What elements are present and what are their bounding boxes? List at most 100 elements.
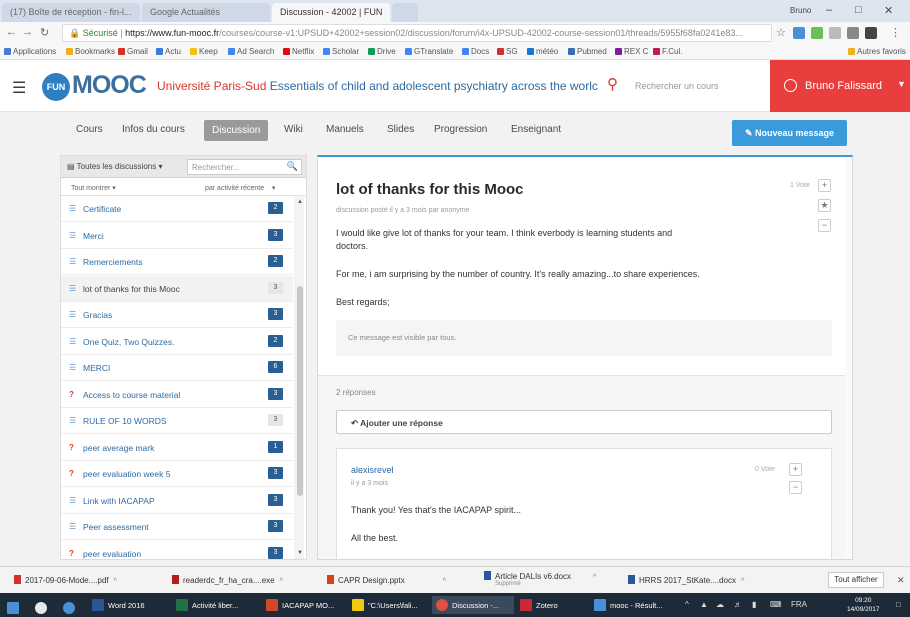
more-actions-button[interactable]: − <box>818 219 831 232</box>
bookmark-item[interactable]: météo <box>527 47 558 56</box>
chevron-up-icon[interactable]: ^ <box>443 578 446 585</box>
download-item[interactable]: Article DALIs v6.docx ^ Supprimé <box>484 571 596 587</box>
chevron-up-icon[interactable]: ^ <box>114 578 117 585</box>
bookmark-item[interactable]: REX C <box>615 47 648 56</box>
extension-icon[interactable] <box>811 27 823 39</box>
thread-search-input[interactable]: Rechercher... 🔍 <box>187 159 302 175</box>
thread-item[interactable]: ☰ Certificate 2 <box>61 196 293 222</box>
nav-cours[interactable]: Cours <box>76 124 103 135</box>
bookmark-item[interactable]: Ad Search <box>228 47 274 56</box>
nav-wiki[interactable]: Wiki <box>284 124 303 135</box>
thread-item[interactable]: ☰ Merci 3 <box>61 223 293 249</box>
taskbar-app[interactable] <box>28 596 54 614</box>
taskbar-app[interactable]: mooc - Résult... <box>590 596 678 614</box>
bookmark-item[interactable]: Actu <box>156 47 181 56</box>
thread-item[interactable]: ? Access to course material 3 <box>61 382 293 408</box>
taskbar-app-active[interactable]: Discussion -... <box>432 596 514 614</box>
volume-icon[interactable]: ♬ <box>734 600 742 609</box>
response-author[interactable]: alexisrevel <box>351 465 394 475</box>
nav-infos-du-cours[interactable]: Infos du cours <box>122 124 185 135</box>
close-icon[interactable]: ✕ <box>897 575 905 586</box>
nav-enseignant[interactable]: Enseignant <box>511 124 561 135</box>
bookmark-item[interactable]: GTranslate <box>405 47 453 56</box>
input-language[interactable]: FRA <box>791 600 807 609</box>
follow-star-icon[interactable]: ★ <box>818 199 831 212</box>
maximize-button[interactable]: □ <box>855 4 862 16</box>
profile-name[interactable]: Bruno <box>790 6 811 15</box>
taskbar-app[interactable]: Activité liber... <box>172 596 260 614</box>
sidebar-scroll-thumb[interactable] <box>297 286 303 496</box>
response-more-actions-button[interactable]: − <box>789 481 802 494</box>
thread-item[interactable]: ☰ MERCI 6 <box>61 355 293 381</box>
system-clock[interactable]: 09:20 14/09/2017 <box>847 596 880 614</box>
bookmark-item[interactable]: Drive <box>368 47 396 56</box>
thread-item[interactable]: ? peer evaluation 3 <box>61 541 293 560</box>
notifications-icon[interactable]: □ <box>896 600 901 609</box>
bookmark-item[interactable]: Scholar <box>323 47 359 56</box>
extension-icon[interactable] <box>829 27 841 39</box>
thread-item[interactable]: ☰ RULE OF 10 WORDS 3 <box>61 408 293 434</box>
mooc-logo-text[interactable]: MOOC <box>72 71 147 100</box>
scroll-up-arrow-icon[interactable]: ▲ <box>297 199 303 205</box>
bookmark-item[interactable]: Keep <box>190 47 218 56</box>
new-tab-button[interactable] <box>392 3 418 22</box>
response-upvote-button[interactable]: + <box>789 463 802 476</box>
bookmark-item[interactable]: SG <box>497 47 518 56</box>
extension-icon[interactable] <box>847 27 859 39</box>
tab-google-news[interactable]: Google Actualités <box>142 3 270 22</box>
thread-item[interactable]: ☰ Link with IACAPAP 3 <box>61 488 293 514</box>
menu-dots-icon[interactable]: ⋮ <box>890 26 901 39</box>
chevron-up-icon[interactable]: ^ <box>280 578 283 585</box>
all-discussions-dropdown[interactable]: ▤ Toutes les discussions ▾ <box>67 162 162 171</box>
extension-icon[interactable] <box>793 27 805 39</box>
tab-gmail[interactable]: (17) Boîte de réception - fin-l... <box>2 3 140 22</box>
nav-progression[interactable]: Progression <box>434 124 487 135</box>
chevron-up-icon[interactable]: ^ <box>593 574 596 581</box>
thread-item[interactable]: ☰ Gracias 3 <box>61 302 293 328</box>
user-menu-button[interactable]: Bruno Falissard ▼ <box>770 60 910 112</box>
thread-item[interactable]: ☰ One Quiz, Two Quizzes. 2 <box>61 329 293 355</box>
fun-logo-badge[interactable]: FUN <box>42 73 70 101</box>
upvote-button[interactable]: + <box>818 179 831 192</box>
taskbar-app[interactable]: Word 2016 <box>88 596 166 614</box>
thread-item[interactable]: ? peer average mark 1 <box>61 435 293 461</box>
taskbar-app[interactable]: IACAPAP MO... <box>262 596 346 614</box>
bookmark-item[interactable]: Bookmarks <box>66 47 115 56</box>
chevron-up-icon[interactable]: ^ <box>741 578 744 585</box>
scroll-down-arrow-icon[interactable]: ▼ <box>297 550 303 556</box>
thread-item[interactable]: ☰ Remerciements 2 <box>61 249 293 275</box>
keyboard-icon[interactable]: ⌨ <box>770 600 782 609</box>
nav-slides[interactable]: Slides <box>387 124 414 135</box>
sort-dropdown[interactable]: par activité récente ▾ <box>205 184 275 192</box>
bookmark-item[interactable]: F.Cul. <box>653 47 682 56</box>
download-item[interactable]: readerdc_fr_ha_cra....exe ^ <box>172 575 283 585</box>
taskbar-app[interactable]: "C:\Users\fali... <box>348 596 430 614</box>
tray-chevron-icon[interactable]: ^ <box>685 600 689 609</box>
new-message-button[interactable]: ✎ Nouveau message <box>732 120 847 146</box>
bookmark-item[interactable]: Applications <box>4 47 56 56</box>
thread-item[interactable]: ☰ lot of thanks for this Mooc 3 <box>61 275 293 302</box>
minimize-button[interactable]: – <box>826 4 832 16</box>
onedrive-icon[interactable]: ☁ <box>716 600 724 609</box>
battery-icon[interactable]: ▮ <box>752 600 756 609</box>
search-icon[interactable]: 🔍 <box>287 161 298 172</box>
bookmark-item[interactable]: Netflix <box>283 47 314 56</box>
network-icon[interactable]: ▲ <box>700 600 708 609</box>
download-item[interactable]: CAPR Design.pptx ^ <box>327 575 446 585</box>
course-search[interactable]: ⚲ Rechercher un cours <box>605 74 767 98</box>
search-icon[interactable]: ⚲ <box>607 75 618 93</box>
bookmark-item[interactable]: Gmail <box>118 47 148 56</box>
nav-discussion[interactable]: Discussion <box>204 120 269 141</box>
download-item[interactable]: 2017-09-06-Mode....pdf ^ <box>14 575 117 585</box>
bookmark-item[interactable]: Pubmed <box>568 47 607 56</box>
forward-icon[interactable]: → <box>22 26 33 38</box>
bookmark-item[interactable]: Docs <box>462 47 489 56</box>
thread-item[interactable]: ? peer evaluation week 5 3 <box>61 461 293 487</box>
extension-icon[interactable] <box>865 27 877 39</box>
tab-discussion[interactable]: Discussion - 42002 | FUN <box>272 3 390 22</box>
url-field[interactable]: 🔒 Sécurisé | https://www.fun-mooc.fr/cou… <box>62 24 772 42</box>
main-scrollbar[interactable] <box>845 157 852 559</box>
filter-show-dropdown[interactable]: Tout montrer ▾ <box>71 184 116 192</box>
add-reply-button[interactable]: ↶ Ajouter une réponse <box>336 410 832 434</box>
show-all-downloads-button[interactable]: Tout afficher <box>828 572 884 588</box>
